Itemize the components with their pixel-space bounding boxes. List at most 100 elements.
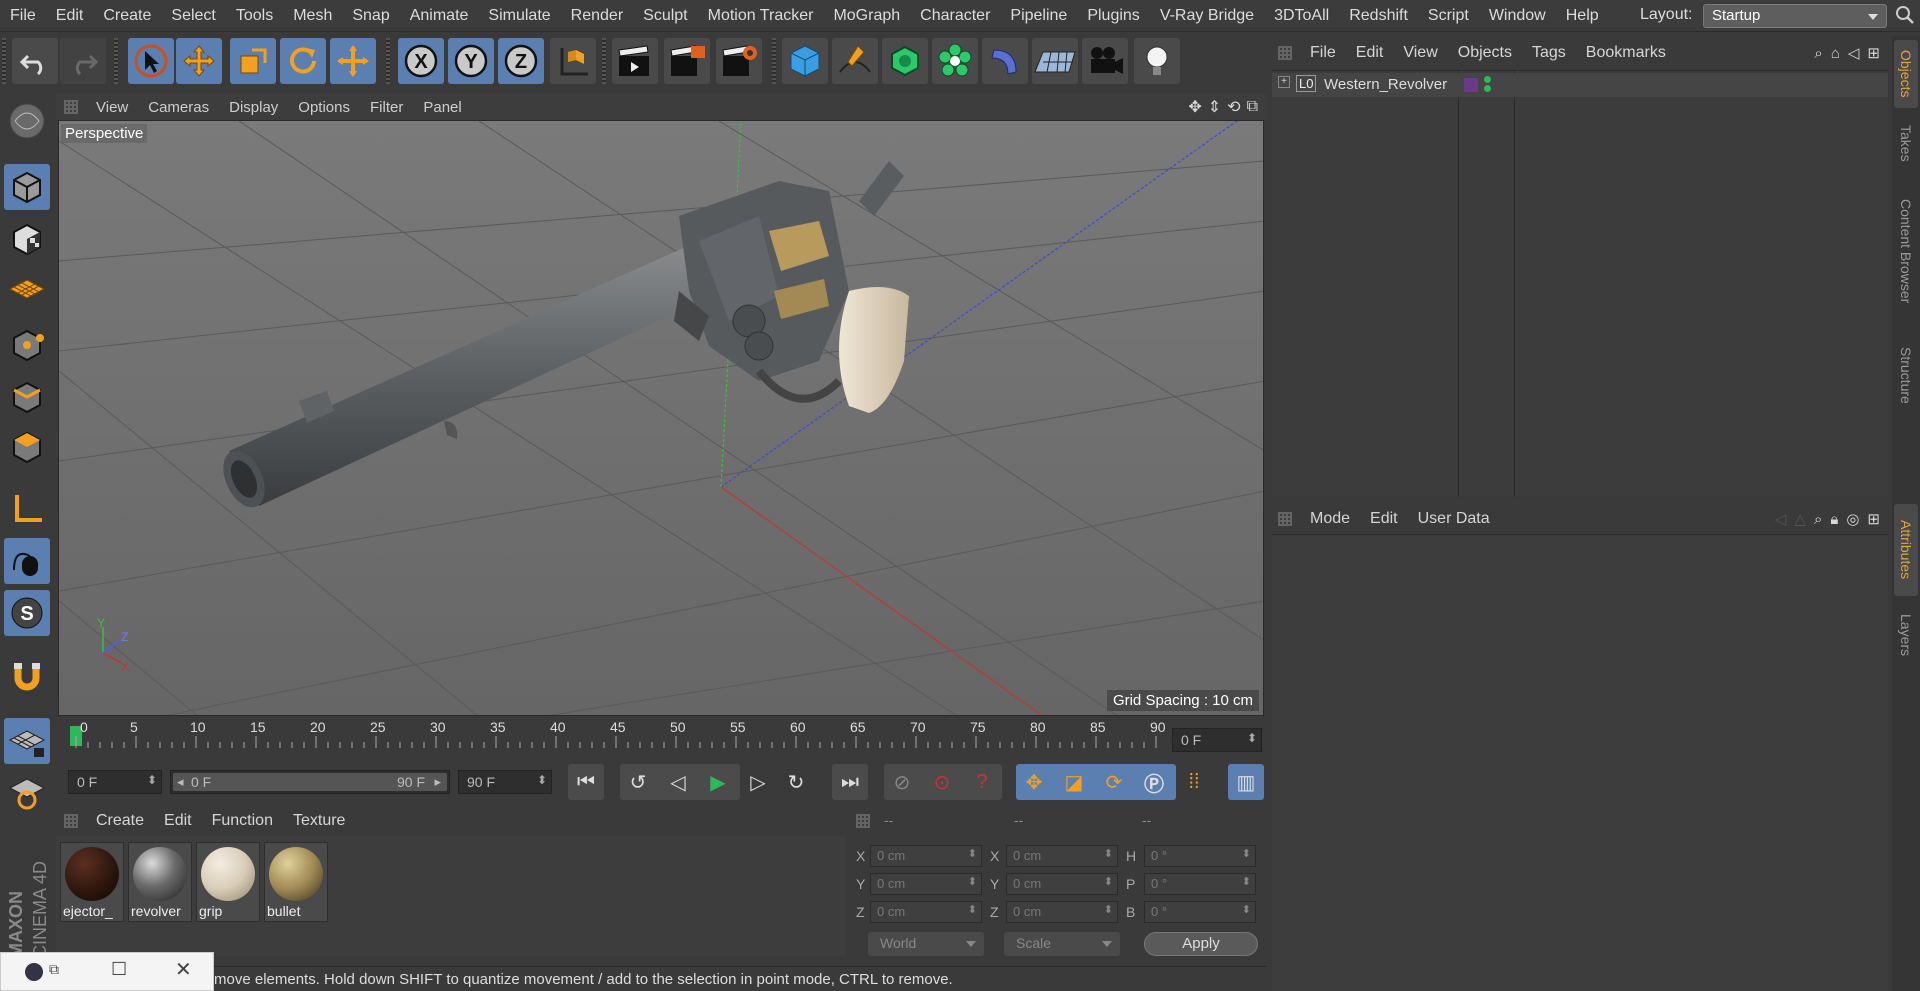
menu-3dtoall[interactable]: 3DToAll	[1264, 7, 1339, 25]
viewport-menu-options[interactable]: Options	[288, 99, 360, 116]
viewport-zoom-icon[interactable]: ⇕	[1208, 97, 1221, 117]
rotation-b-field[interactable]: 0 °	[1144, 901, 1256, 923]
planar-workplane-button[interactable]	[4, 770, 50, 816]
point-level-button[interactable]: ⁞⁞	[1176, 764, 1212, 800]
coordinate-system-button[interactable]	[550, 38, 596, 84]
menu-tools[interactable]: Tools	[226, 7, 283, 25]
layer-color-swatch[interactable]	[1464, 78, 1478, 92]
render-view-button[interactable]	[612, 38, 658, 84]
next-key-button[interactable]: ↻	[778, 764, 814, 800]
perspective-viewport[interactable]: Y Z X Perspective Grid Spacing : 10 cm	[58, 120, 1264, 716]
material-swatch[interactable]: ejector_	[60, 842, 124, 922]
parameter-track-button[interactable]: Ⓟ	[1136, 764, 1172, 800]
model-mode-button[interactable]	[4, 164, 50, 210]
menu-redshift[interactable]: Redshift	[1339, 7, 1418, 25]
size-x-field[interactable]: 0 cm	[1006, 845, 1118, 867]
go-to-end-button[interactable]: ⏭	[832, 764, 868, 800]
attributes-search-icon[interactable]: ⌕	[1814, 511, 1822, 528]
position-y-field[interactable]: 0 cm	[870, 873, 982, 895]
viewport-menu-filter[interactable]: Filter	[360, 99, 413, 116]
menu-mesh[interactable]: Mesh	[283, 7, 342, 25]
menu-select[interactable]: Select	[161, 7, 225, 25]
enable-snap-button[interactable]	[4, 654, 50, 700]
attributes-menu-user-data[interactable]: User Data	[1408, 510, 1500, 528]
menu-motion-tracker[interactable]: Motion Tracker	[698, 7, 824, 25]
menu-plugins[interactable]: Plugins	[1077, 7, 1149, 25]
menu-file[interactable]: File	[0, 7, 46, 25]
menu-help[interactable]: Help	[1556, 7, 1609, 25]
editor-visibility-dot[interactable]	[1484, 76, 1491, 83]
position-z-field[interactable]: 0 cm	[870, 901, 982, 923]
size-y-field[interactable]: 0 cm	[1006, 873, 1118, 895]
objects-home-icon[interactable]: ⌂	[1831, 45, 1840, 62]
material-menu-edit[interactable]: Edit	[154, 812, 202, 830]
menu-simulate[interactable]: Simulate	[478, 7, 560, 25]
viewport-menu-cameras[interactable]: Cameras	[138, 99, 219, 116]
points-mode-button[interactable]	[4, 322, 50, 368]
tab-objects[interactable]: Objects	[1894, 40, 1918, 108]
floor-object-button[interactable]	[1032, 38, 1078, 84]
autokeying-button[interactable]: ⊙	[924, 764, 960, 800]
play-button[interactable]: ▶	[700, 764, 736, 800]
frame-range-slider[interactable]: ◂ 0 F 90 F ▸	[170, 770, 450, 794]
record-active-button[interactable]: ⊘	[884, 764, 920, 800]
x-axis-button[interactable]: X	[398, 38, 444, 84]
go-to-start-button[interactable]: ⏮	[568, 764, 604, 800]
edges-mode-button[interactable]	[4, 374, 50, 420]
viewport-maximize-icon[interactable]: ⧉	[1247, 98, 1258, 116]
size-mode-dropdown[interactable]: Scale	[1004, 932, 1120, 956]
texture-mode-button[interactable]	[4, 216, 50, 262]
menu-animate[interactable]: Animate	[400, 7, 479, 25]
close-icon[interactable]: ✕	[175, 957, 192, 982]
camera-button[interactable]	[1082, 38, 1128, 84]
make-editable-button[interactable]	[4, 98, 50, 144]
enable-axis-button[interactable]	[4, 486, 50, 532]
tab-content-browser[interactable]: Content Browser	[1894, 176, 1918, 326]
render-visibility-dot[interactable]	[1484, 85, 1491, 92]
snapping-button[interactable]: S	[4, 590, 50, 636]
deformer-button[interactable]	[982, 38, 1028, 84]
keyframe-selection-button[interactable]: ?	[964, 764, 1000, 800]
objects-back-icon[interactable]: ◁	[1848, 44, 1860, 62]
tab-attributes[interactable]: Attributes	[1894, 504, 1918, 596]
redo-button[interactable]	[60, 38, 106, 84]
transform-tool-button[interactable]	[330, 38, 376, 84]
polygons-mode-button[interactable]	[4, 424, 50, 470]
menu-vray-bridge[interactable]: V-Ray Bridge	[1150, 7, 1264, 25]
tab-layers[interactable]: Layers	[1894, 602, 1918, 668]
material-swatch[interactable]: revolver	[128, 842, 192, 922]
objects-menu-edit[interactable]: Edit	[1346, 44, 1394, 62]
subdivision-surface-button[interactable]	[882, 38, 928, 84]
start-frame-field[interactable]: 0 F	[68, 770, 162, 794]
cloner-button[interactable]	[932, 38, 978, 84]
maximize-icon[interactable]: ☐	[111, 959, 127, 980]
rotation-track-button[interactable]: ⟳	[1096, 764, 1132, 800]
cube-object-button[interactable]	[782, 38, 828, 84]
menu-edit[interactable]: Edit	[46, 7, 94, 25]
size-z-field[interactable]: 0 cm	[1006, 901, 1118, 923]
menu-create[interactable]: Create	[93, 7, 161, 25]
menu-snap[interactable]: Snap	[342, 7, 399, 25]
y-axis-button[interactable]: Y	[448, 38, 494, 84]
tab-structure[interactable]: Structure	[1894, 330, 1918, 420]
previous-frame-button[interactable]: ◁	[660, 764, 696, 800]
viewport-menu-display[interactable]: Display	[219, 99, 288, 116]
rotate-tool-button[interactable]	[280, 38, 326, 84]
position-track-button[interactable]: ✥	[1016, 764, 1052, 800]
objects-menu-objects[interactable]: Objects	[1448, 44, 1522, 62]
attributes-menu-edit[interactable]: Edit	[1360, 510, 1408, 528]
layout-dropdown[interactable]: Startup	[1703, 4, 1887, 28]
restore-icon[interactable]: ⧉	[49, 961, 59, 978]
tab-takes[interactable]: Takes	[1894, 114, 1918, 172]
viewport-menu-panel[interactable]: Panel	[413, 99, 471, 116]
material-menu-texture[interactable]: Texture	[283, 812, 355, 830]
next-frame-button[interactable]: ▷	[740, 764, 776, 800]
timeline-ruler[interactable]: 0 5 10 15 20 25 30 35 40 45 50 55 60 65 70 75 80 85 90 0 F	[56, 716, 1266, 756]
attributes-lock-icon[interactable]: 🔒︎	[1830, 511, 1838, 528]
position-x-field[interactable]: 0 cm	[870, 845, 982, 867]
viewport-menu-view[interactable]: View	[86, 99, 138, 116]
panel-grip[interactable]	[64, 100, 78, 114]
search-icon[interactable]	[1894, 4, 1916, 26]
menu-character[interactable]: Character	[910, 7, 1000, 25]
material-menu-create[interactable]: Create	[86, 812, 154, 830]
